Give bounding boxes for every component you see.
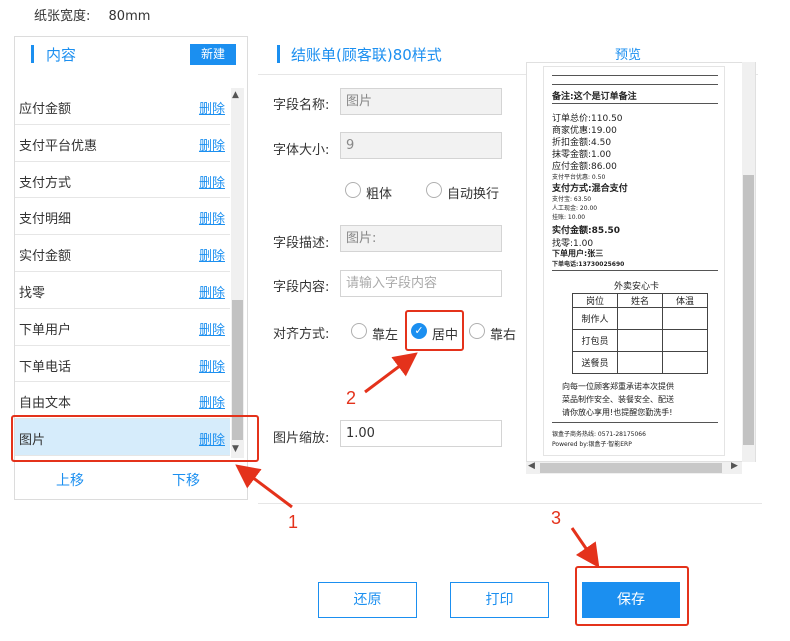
delete-link[interactable]: 删除 [199,282,225,301]
list-item-label: 找零 [19,285,46,301]
image-scale-input[interactable]: 1.00 [340,420,502,447]
align-left-label: 靠左 [372,328,399,343]
receipt-pay-method: 支付方式:混合支付 [552,184,628,194]
paper-width-value: 80mm [108,9,151,24]
card-note: 向每一位顾客郑重承诺本次提供 [562,382,674,391]
delete-link[interactable]: 删除 [199,172,225,191]
scroll-left-arrow-icon[interactable]: ◀ [528,461,535,471]
safety-card-table: 岗位 姓名 体温 制作人 打包员 送餐员 [572,293,708,374]
panel-title: 内容 [46,46,77,64]
list-item[interactable]: 支付方式 删除 [15,162,230,199]
list-item[interactable]: 自由文本 删除 [15,382,230,420]
list-item[interactable]: 支付平台优惠 删除 [15,125,230,162]
annotation-number: 2 [346,388,357,408]
receipt-phone: 下单电话:13730025690 [552,261,625,268]
preview-scroll-thumb[interactable] [743,175,754,445]
list-item-label: 支付方式 [19,175,72,191]
delete-link[interactable]: 删除 [199,135,225,154]
delete-link[interactable]: 删除 [199,98,225,117]
list-item[interactable]: 应付金额 删除 [15,88,230,125]
field-desc-label: 字段描述: [273,236,330,251]
list-item[interactable]: 实付金额 删除 [15,235,230,272]
delete-link[interactable]: 删除 [199,245,225,264]
align-label: 对齐方式: [273,327,330,342]
field-name-label: 字段名称: [273,98,330,113]
receipt-hotline: 银盒子商务热线: 0571-28175066 [552,431,646,438]
receipt-pay-detail: 挂账: 10.00 [552,214,586,221]
font-size-label: 字体大小: [273,143,330,158]
paper-width-label: 纸张宽度: [34,9,91,24]
card-note: 请你放心享用!也提醒您勤洗手! [562,408,673,417]
panel-title-marker [31,45,34,63]
card-note: 菜品制作安全、装餐安全、配送 [562,395,674,404]
list-item[interactable]: 下单用户 删除 [15,309,230,346]
list-item[interactable]: 支付明细 删除 [15,198,230,236]
annotation-highlight-image-row [11,415,259,462]
receipt-note: 备注:这个是订单备注 [552,92,637,102]
preview-h-scroll-thumb[interactable] [540,463,722,473]
preview-tab[interactable]: 预览 [615,44,641,63]
scroll-up-arrow-icon[interactable]: ▲ [232,90,239,100]
receipt-line: 应付金额:86.00 [552,162,617,172]
list-item-label: 支付明细 [19,212,72,228]
auto-wrap-label: 自动换行 [447,187,500,202]
annotation-highlight-center-align [405,310,464,351]
field-content-input[interactable]: 请输入字段内容 [340,270,502,297]
print-button[interactable]: 打印 [450,582,549,618]
list-item-label: 实付金额 [19,249,72,265]
align-left-radio[interactable] [351,323,367,339]
list-item[interactable]: 找零 删除 [15,272,230,309]
auto-wrap-checkbox[interactable] [426,182,442,198]
new-button[interactable]: 新建 [190,44,236,65]
annotation-number: 3 [551,508,562,528]
delete-link[interactable]: 删除 [199,319,225,338]
image-scale-label: 图片缩放: [273,431,330,446]
scroll-right-arrow-icon[interactable]: ▶ [731,461,738,471]
annotation-arrow-3 [570,527,600,568]
delete-link[interactable]: 删除 [199,208,225,227]
bold-label: 粗体 [366,187,393,202]
receipt-pay-detail: 人工现金: 20.00 [552,205,598,212]
form-title: 结账单(顾客联)80样式 [291,46,442,64]
restore-button[interactable]: 还原 [318,582,417,618]
form-title-marker [277,45,280,63]
list-item-label: 下单电话 [19,359,72,375]
card-title: 外卖安心卡 [614,282,660,292]
align-right-label: 靠右 [490,328,517,343]
annotation-highlight-save [575,566,689,626]
field-list: 应付金额 删除 支付平台优惠 删除 支付方式 删除 支付明细 删除 实付金额 删除 找零删… [15,88,230,458]
list-item-label: 应付金额 [19,102,72,117]
receipt-preview: 备注:这个是订单备注 订单总价:110.50 商家优惠:19.00 折扣金额:4… [543,66,725,456]
move-up-button[interactable]: 上移 [56,470,84,490]
list-item-label: 下单用户 [19,322,72,338]
card-row-label: 送餐员 [572,351,618,374]
delete-link[interactable]: 删除 [199,356,225,375]
font-size-input[interactable]: 9 [340,132,502,159]
annotation-arrow-2 [364,352,418,394]
list-item-label: 自由文本 [19,396,72,412]
field-content-label: 字段内容: [273,280,330,295]
card-header: 岗位 [572,293,618,308]
receipt-paid: 实付金额:85.50 [552,226,621,236]
delete-link[interactable]: 删除 [199,392,225,411]
bold-checkbox[interactable] [345,182,361,198]
field-name-input[interactable]: 图片 [340,88,502,115]
receipt-pay-detail: 支付宝: 63.50 [552,196,592,203]
list-item-label: 支付平台优惠 [19,138,98,154]
card-row-label: 打包员 [572,329,618,352]
paper-width-row: 纸张宽度: 80mm [34,5,150,24]
card-row-label: 制作人 [572,307,618,330]
bottom-divider [258,503,762,504]
annotation-number: 1 [288,512,299,532]
field-desc-input[interactable]: 图片: [340,225,502,252]
receipt-platform-discount: 支付平台优惠: 0.50 [552,174,606,181]
receipt-powered-by: Powered by:银盒子·智能ERP [552,441,632,448]
list-item[interactable]: 下单电话 删除 [15,346,230,383]
receipt-user: 下单用户:张三 [552,249,604,258]
card-header: 姓名 [617,293,663,308]
align-right-radio[interactable] [469,323,485,339]
move-down-button[interactable]: 下移 [172,470,200,490]
card-header: 体温 [662,293,708,308]
